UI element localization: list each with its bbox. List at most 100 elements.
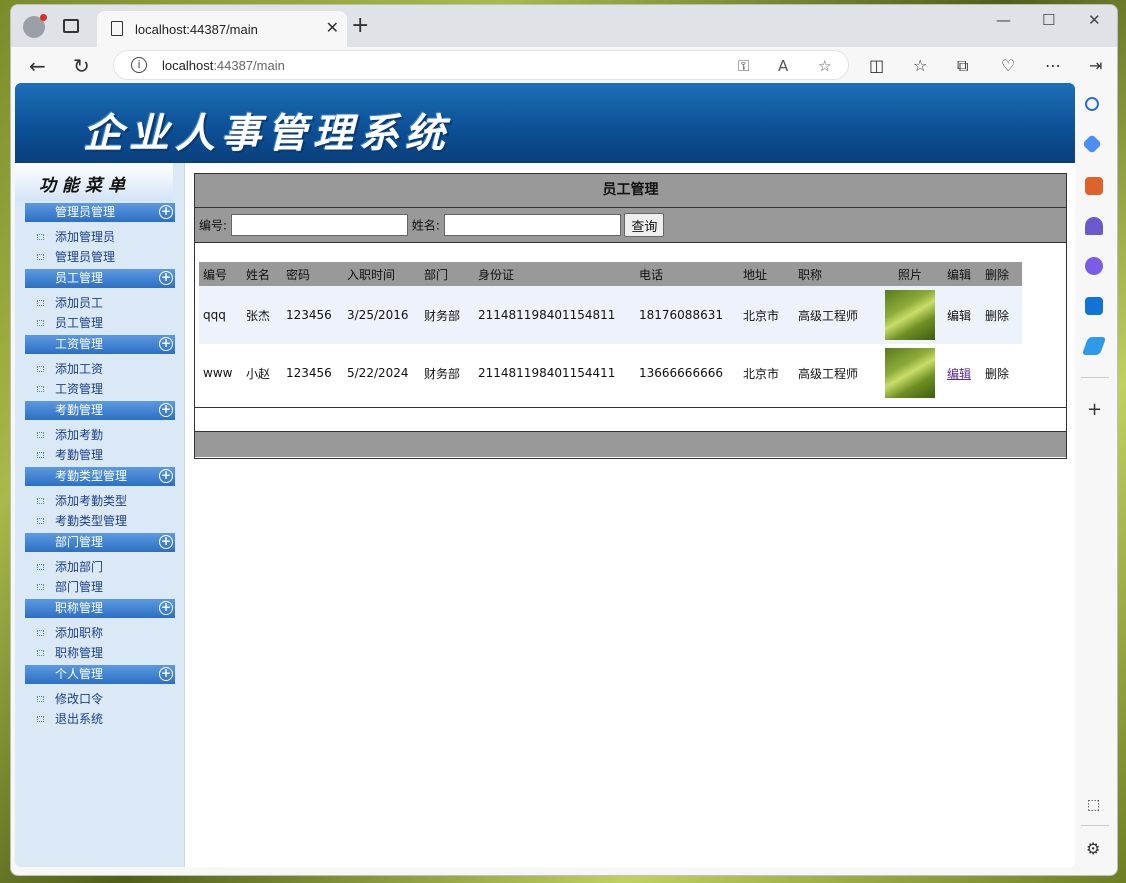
menu-item-label: 管理员管理 xyxy=(55,250,116,264)
tools-icon[interactable] xyxy=(1085,177,1103,195)
menu-group-items: 添加部门部门管理 xyxy=(25,552,175,599)
edit-link[interactable]: 编辑 xyxy=(947,367,971,381)
menu-item[interactable]: 部门管理 xyxy=(25,577,175,597)
games-icon[interactable] xyxy=(1085,217,1103,235)
menu-group-header[interactable]: 管理员管理 + xyxy=(25,203,175,222)
id-search-input[interactable] xyxy=(230,214,408,236)
maximize-button[interactable]: ☐ xyxy=(1042,11,1055,29)
refresh-icon[interactable]: ↻ xyxy=(73,54,90,78)
employee-panel: 员工管理 编号: 姓名: 查询 编号 姓名 密码 入职时间 部门 身份证 电话 … xyxy=(194,173,1067,459)
expand-plus-icon[interactable]: + xyxy=(159,667,173,681)
collections-icon[interactable]: ⧉ xyxy=(957,56,968,76)
key-icon[interactable]: ⚿ xyxy=(738,57,749,75)
menu-group-items: 添加考勤考勤管理 xyxy=(25,420,175,467)
cell-delete: 删除 xyxy=(981,286,1022,344)
outlook-icon[interactable] xyxy=(1085,297,1103,315)
menu-group-header[interactable]: 员工管理 + xyxy=(25,269,175,288)
window-close-button[interactable]: ✕ xyxy=(1088,11,1101,29)
menu-item[interactable]: 添加考勤 xyxy=(25,425,175,445)
back-icon[interactable]: ← xyxy=(29,54,46,78)
menu-group-items: 添加职称 职称管理 xyxy=(25,618,175,665)
tab-actions-icon[interactable] xyxy=(63,19,79,33)
favorite-star-icon[interactable]: ☆ xyxy=(818,57,831,75)
query-button[interactable]: 查询 xyxy=(624,213,665,237)
shopping-tag-icon[interactable] xyxy=(1082,134,1102,154)
menu-item[interactable]: 添加考勤类型 xyxy=(25,491,175,511)
sidebar-toggle-icon[interactable]: ⇥ xyxy=(1089,56,1102,75)
name-search-input[interactable] xyxy=(443,214,621,236)
menu-item[interactable]: 添加工资 xyxy=(25,359,175,379)
browser-window: localhost:44387/main ✕ + — ☐ ✕ ← ↻ i loc… xyxy=(10,4,1118,876)
minimize-button[interactable]: — xyxy=(996,11,1011,29)
profile-avatar[interactable] xyxy=(23,14,47,38)
screenshot-icon[interactable]: ⬚ xyxy=(1087,797,1100,813)
menu-item[interactable]: 工资管理 xyxy=(25,379,175,399)
health-icon[interactable]: ♡ xyxy=(1001,56,1015,75)
menu-item[interactable]: 添加部门 xyxy=(25,557,175,577)
site-logo: 企业人事管理系统 xyxy=(83,110,451,157)
menu-bullet-icon xyxy=(37,716,44,722)
delete-link[interactable]: 删除 xyxy=(985,309,1009,323)
menu-item[interactable]: 管理员管理 xyxy=(25,247,175,267)
menu-group-header[interactable]: 工资管理 + xyxy=(25,335,175,354)
url-text: localhost:44387/main xyxy=(162,58,285,73)
menu-group-header[interactable]: 部门管理 + xyxy=(25,533,175,552)
menu-item-label: 添加部门 xyxy=(55,560,104,574)
menu-group-header[interactable]: 考勤类型管理 + xyxy=(25,467,175,486)
edit-link[interactable]: 编辑 xyxy=(947,309,971,323)
menu-item-label: 考勤管理 xyxy=(55,448,104,462)
col-header: 入职时间 xyxy=(347,267,396,282)
cell-id-card: 211481198401154411 xyxy=(478,366,616,380)
menu-item[interactable]: 职称管理 xyxy=(25,643,175,663)
menu-bullet-icon xyxy=(37,432,44,438)
page-viewport: 企业人事管理系统 功能菜单 管理员管理 + 添加管理员 管理员管理 员工管理 + 添加员工员… xyxy=(15,83,1075,867)
menu-group-header[interactable]: 职称管理 + xyxy=(25,599,175,618)
address-bar[interactable]: i localhost:44387/main ⚿ A ☆ xyxy=(113,50,849,80)
menu-item[interactable]: 添加员工 xyxy=(25,293,175,313)
more-menu-icon[interactable]: ⋯ xyxy=(1045,56,1061,75)
cell-phone: 18176088631 xyxy=(639,308,723,322)
expand-plus-icon[interactable]: + xyxy=(159,337,173,351)
menu-group-items: 添加考勤类型考勤类型管理 xyxy=(25,486,175,533)
expand-plus-icon[interactable]: + xyxy=(159,469,173,483)
tab-close-icon[interactable]: ✕ xyxy=(326,18,339,37)
table-container: 编号 姓名 密码 入职时间 部门 身份证 电话 地址 职称 照片 编辑 删除 q… xyxy=(195,243,1066,408)
col-header: 编辑 xyxy=(947,267,972,282)
menu-group-header[interactable]: 考勤管理 + xyxy=(25,401,175,420)
site-info-icon[interactable]: i xyxy=(131,57,147,73)
new-tab-button[interactable]: + xyxy=(351,13,369,38)
cell-password: 123456 xyxy=(286,366,332,380)
copilot-icon[interactable] xyxy=(1085,257,1103,275)
cell-edit: 编辑 xyxy=(943,344,981,402)
expand-plus-icon[interactable]: + xyxy=(159,601,173,615)
menu-item-label: 添加考勤类型 xyxy=(55,494,128,508)
expand-plus-icon[interactable]: + xyxy=(159,403,173,417)
expand-plus-icon[interactable]: + xyxy=(159,271,173,285)
search-icon[interactable] xyxy=(1085,97,1099,111)
menu-item[interactable]: 添加管理员 xyxy=(25,227,175,247)
menu-item[interactable]: 修改口令 xyxy=(25,689,175,709)
menu-item[interactable]: 考勤类型管理 xyxy=(25,511,175,531)
cell-hire-date: 5/22/2024 xyxy=(347,366,409,380)
menu-item[interactable]: 考勤管理 xyxy=(25,445,175,465)
read-aloud-icon[interactable]: A xyxy=(778,57,788,75)
name-label: 姓名: xyxy=(411,218,440,233)
settings-gear-icon[interactable]: ⚙ xyxy=(1086,839,1100,858)
menu-item[interactable]: 员工管理 xyxy=(25,313,175,333)
browser-tab[interactable]: localhost:44387/main ✕ xyxy=(97,11,347,47)
menu-item[interactable]: 添加职称 xyxy=(25,623,175,643)
menu-bullet-icon xyxy=(37,630,44,636)
expand-plus-icon[interactable]: + xyxy=(159,205,173,219)
menu-item-label: 退出系统 xyxy=(55,712,104,726)
menu-group-header[interactable]: 个人管理 + xyxy=(25,665,175,684)
cell-id: qqq xyxy=(203,308,226,322)
menu-group-items: 添加员工 员工管理 xyxy=(25,288,175,335)
favorites-icon[interactable]: ☆ xyxy=(913,56,927,75)
send-icon[interactable] xyxy=(1081,337,1107,355)
menu-item[interactable]: 退出系统 xyxy=(25,709,175,729)
menu-group-label: 考勤类型管理 xyxy=(55,469,128,483)
split-screen-icon[interactable]: ◫ xyxy=(869,56,884,75)
add-app-icon[interactable]: + xyxy=(1087,399,1102,420)
expand-plus-icon[interactable]: + xyxy=(159,535,173,549)
delete-link[interactable]: 删除 xyxy=(985,367,1009,381)
